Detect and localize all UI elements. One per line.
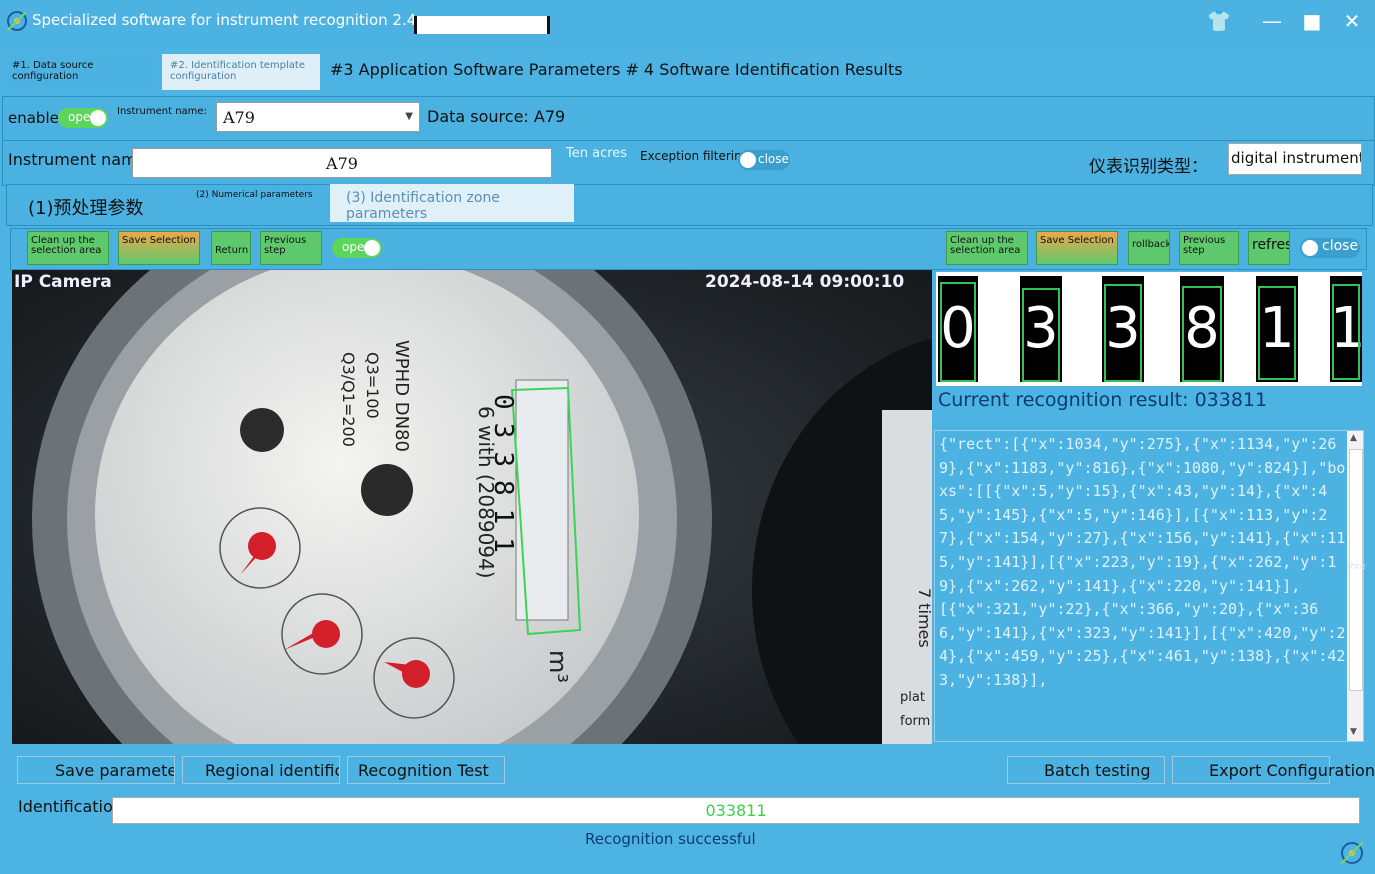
regional-identification-button[interactable]: Regional identification — [182, 756, 340, 784]
left-toggle-label: ope — [342, 240, 365, 254]
water-meter-image — [12, 270, 932, 744]
digit-box — [1104, 284, 1142, 382]
enable-label: enable — [8, 109, 59, 127]
instrument-select-value: A79 — [223, 108, 255, 127]
meter-digit: 3 — [488, 451, 518, 480]
camera-timestamp: 2024-08-14 09:00:10 — [705, 272, 905, 292]
app-badge-icon — [1340, 841, 1364, 865]
side-text-form: form — [900, 714, 931, 729]
save-selection-button[interactable]: Save Selection — [118, 231, 200, 265]
digit-box — [1258, 286, 1296, 380]
meter-digit: 8 — [488, 479, 518, 509]
side-text-times: 7 times — [915, 588, 932, 648]
subtab-numerical[interactable]: (2) Numerical parameters — [196, 190, 313, 200]
skin-button[interactable]: 👕 — [1204, 9, 1234, 33]
exception-filter-toggle[interactable]: close — [738, 150, 790, 170]
maximize-icon: ■ — [1302, 9, 1322, 33]
chevron-down-icon: ▼ — [405, 111, 413, 122]
identification-result-field[interactable]: 033811 — [112, 797, 1360, 824]
side-label: thre — [1347, 562, 1366, 572]
recognized-digits-strip: 0 3 3 8 1 1 — [936, 272, 1362, 386]
camera-label: IP Camera — [14, 272, 112, 292]
shirt-icon: 👕 — [1206, 9, 1232, 33]
exception-filtering-label: Exception filtering: — [640, 149, 754, 163]
recognition-test-button[interactable]: Recognition Test — [347, 756, 505, 784]
status-text: Recognition successful — [585, 830, 756, 848]
return-button[interactable]: Return — [211, 231, 251, 265]
toggle-knob — [364, 240, 380, 256]
config-row-1 — [2, 96, 1375, 142]
enable-toggle[interactable]: ope — [58, 108, 108, 128]
meter-digit: 0 — [488, 394, 518, 423]
meter-digit: 1 — [488, 508, 518, 538]
digit-box — [940, 282, 976, 382]
clean-selection-button-right[interactable]: Clean up the selection area — [946, 231, 1028, 265]
instrument-name-label: Instrument name: — [8, 150, 152, 169]
scroll-up-icon[interactable]: ▲ — [1350, 433, 1357, 443]
recognition-json-output[interactable]: {"rect":[{"x":1034,"y":275},{"x":1134,"y… — [934, 430, 1364, 742]
exception-toggle-label: close — [758, 152, 789, 166]
left-toolbar-toggle[interactable]: ope — [332, 238, 382, 258]
refresh-button[interactable]: refresh — [1248, 231, 1290, 265]
data-source-text: Data source: A79 — [427, 107, 566, 126]
recognition-type-label: 仪表识别类型： — [1089, 157, 1208, 177]
json-text: {"rect":[{"x":1034,"y":275},{"x":1134,"y… — [939, 435, 1346, 689]
maximize-button[interactable]: ■ — [1297, 9, 1327, 33]
enable-toggle-label: ope — [68, 110, 91, 124]
side-text-plat: plat — [900, 690, 925, 705]
rollback-button[interactable]: rollback — [1128, 231, 1170, 265]
previous-step-button-right[interactable]: Previous step — [1179, 231, 1239, 265]
save-parameters-button[interactable]: Save parameters — [17, 756, 175, 784]
export-configuration-button[interactable]: Export Configuration — [1172, 756, 1375, 784]
tab-data-source[interactable]: #1. Data source configuration — [4, 54, 158, 90]
meter-model-text: WPHD DN80 — [391, 340, 412, 452]
close-icon: ✕ — [1343, 9, 1361, 33]
save-selection-button-right[interactable]: Save Selection — [1036, 231, 1118, 265]
subtab-preprocess[interactable]: (1)预处理参数 — [28, 194, 144, 220]
toggle-knob — [1302, 240, 1318, 256]
toggle-knob — [90, 110, 106, 126]
right-toggle-label: close — [1322, 238, 1359, 254]
scrollbar[interactable]: ▲ ▼ — [1347, 431, 1363, 741]
app-logo-icon — [7, 11, 27, 31]
instrument-name-label-small: Instrument name: — [117, 106, 207, 117]
right-toolbar-toggle[interactable]: close — [1300, 238, 1360, 258]
digit-box — [1332, 284, 1360, 380]
meter-digit: 1 — [488, 537, 518, 566]
title-redacted-box — [414, 16, 550, 34]
meter-unit-text: m³ — [544, 650, 572, 683]
instrument-select[interactable]: A79 ▼ — [216, 102, 420, 132]
meter-ratio-text: Q3/Q1=200 — [339, 352, 358, 447]
digit-box — [1022, 288, 1060, 382]
minimize-button[interactable]: — — [1257, 9, 1287, 33]
recognition-type-field[interactable]: digital instrument — [1228, 143, 1362, 175]
clean-selection-button[interactable]: Clean up the selection area — [27, 231, 109, 265]
tab-params-results[interactable]: #3 Application Software Parameters # 4 S… — [330, 60, 903, 79]
current-recognition-result: Current recognition result: 033811 — [938, 389, 1268, 411]
meter-counter-digits: 033811 — [488, 394, 518, 566]
close-button[interactable]: ✕ — [1337, 9, 1367, 33]
camera-feed[interactable]: WPHD DN80 Q3=100 Q3/Q1=200 6 with (20890… — [12, 270, 932, 744]
batch-testing-button[interactable]: Batch testing — [1007, 756, 1165, 784]
digit-box — [1182, 286, 1222, 382]
previous-step-button[interactable]: Previous step — [260, 231, 322, 265]
toggle-knob — [740, 152, 756, 168]
meter-digit: 3 — [488, 422, 518, 452]
meter-q3-text: Q3=100 — [363, 352, 382, 419]
subtab-identification-zone[interactable]: (3) Identification zone parameters — [330, 184, 574, 222]
window-title: Specialized software for instrument reco… — [32, 11, 417, 29]
tab-template-config[interactable]: #2. Identification template configuratio… — [162, 54, 320, 90]
scroll-down-icon[interactable]: ▼ — [1350, 727, 1357, 737]
ten-acres-label: Ten acres — [566, 146, 628, 161]
instrument-name-field[interactable]: A79 — [132, 148, 552, 178]
minimize-icon: — — [1262, 9, 1282, 33]
